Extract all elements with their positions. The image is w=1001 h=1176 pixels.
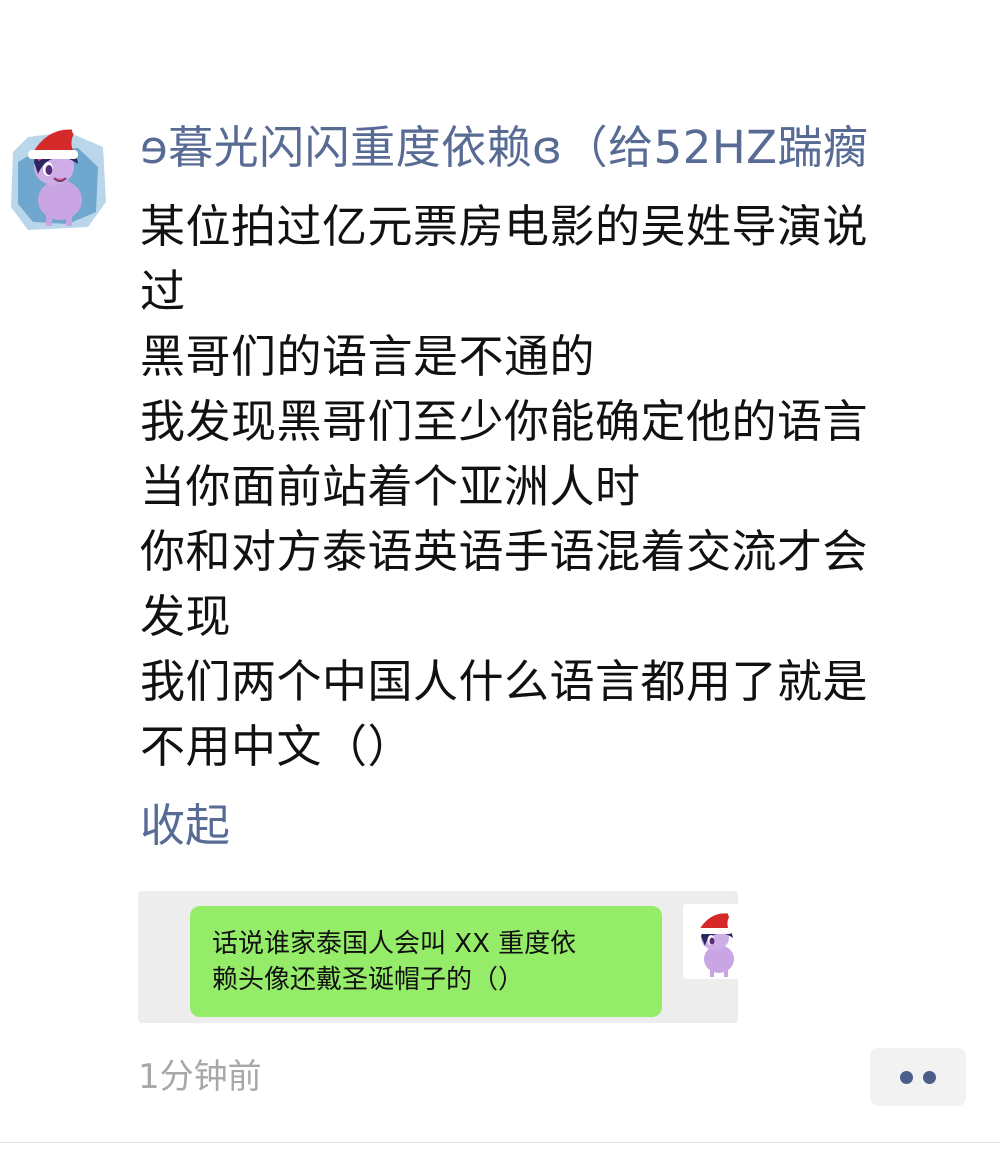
post-timestamp: 1分钟前 — [138, 1057, 262, 1097]
collapse-link[interactable]: 收起 — [140, 796, 230, 856]
post-text-line: 某位拍过亿元票房电影的吴姓导演说 — [140, 200, 869, 253]
post-divider — [0, 1142, 1001, 1143]
post-text-line: 我发现黑哥们至少你能确定他的语言 — [140, 395, 869, 448]
author-avatar[interactable] — [8, 112, 108, 232]
chat-bubble-line: 话说谁家泰国人会叫 XX 重度依 — [212, 929, 577, 959]
pony-avatar-icon — [696, 910, 736, 977]
more-dots-icon — [923, 1071, 936, 1084]
post-text-line: 不用中文（） — [140, 720, 414, 773]
post-text-line: 发现 — [140, 590, 232, 643]
shared-chat-card[interactable]: 话说谁家泰国人会叫 XX 重度依 赖头像还戴圣诞帽子的（） — [138, 891, 738, 1023]
post-text-line: 当你面前站着个亚洲人时 — [140, 460, 641, 513]
post-text: 某位拍过亿元票房电影的吴姓导演说 过 黑哥们的语言是不通的 我发现黑哥们至少你能… — [140, 194, 990, 779]
author-name[interactable]: ɘ暮光闪闪重度依赖ɞ（给52HZ踹瘸 — [140, 118, 990, 178]
moments-post: ɘ暮光闪闪重度依赖ɞ（给52HZ踹瘸 某位拍过亿元票房电影的吴姓导演说 过 黑哥… — [0, 0, 1001, 1176]
post-text-line: 黑哥们的语言是不通的 — [140, 330, 596, 383]
pony-avatar-icon — [11, 124, 106, 230]
more-dots-icon — [900, 1071, 913, 1084]
post-text-line: 你和对方泰语英语手语混着交流才会 — [140, 525, 869, 578]
post-text-line: 过 — [140, 265, 186, 318]
more-actions-button[interactable] — [870, 1048, 966, 1106]
chat-bubble: 话说谁家泰国人会叫 XX 重度依 赖头像还戴圣诞帽子的（） — [190, 906, 662, 1017]
post-text-line: 我们两个中国人什么语言都用了就是 — [140, 655, 869, 708]
chat-avatar — [683, 904, 738, 979]
chat-bubble-line: 赖头像还戴圣诞帽子的（） — [212, 965, 525, 995]
